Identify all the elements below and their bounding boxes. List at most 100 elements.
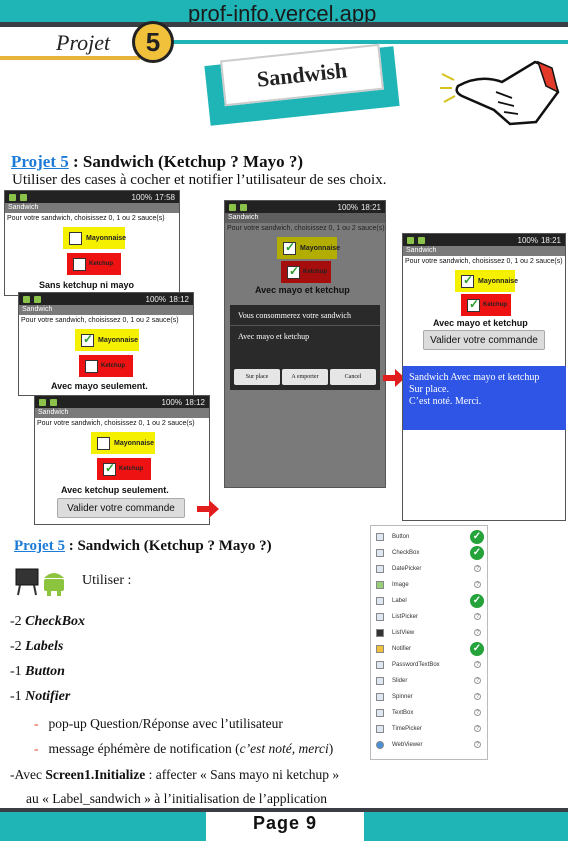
mayo-label: Mayonnaise (98, 336, 139, 344)
list-item: -2 Labels (10, 639, 63, 655)
help-icon[interactable]: ? (474, 725, 481, 732)
palette-item-button[interactable]: Button ✓ (371, 529, 487, 545)
help-icon[interactable]: ? (474, 741, 481, 748)
palette-item-image[interactable]: Image? (371, 577, 487, 593)
ketchup-checkbox[interactable]: Ketchup (79, 355, 133, 377)
palette-item-checkbox[interactable]: CheckBox ✓ (371, 545, 487, 561)
checkbox-box-checked[interactable] (467, 297, 480, 312)
check-badge-icon: ✓ (470, 530, 484, 544)
checkbox-box[interactable] (85, 359, 98, 373)
check-badge-icon: ✓ (470, 642, 484, 656)
checkbox-box[interactable] (97, 436, 110, 450)
checkbox-box-checked[interactable] (81, 332, 94, 347)
init-line-2: au « Label_sandwich » à l’initialisation… (26, 791, 328, 806)
mayo-checkbox[interactable]: Mayonnaise (91, 432, 155, 454)
ketchup-label: Ketchup (483, 302, 507, 308)
mayo-checkbox[interactable]: Mayonnaise (455, 270, 518, 292)
component-palette: Button ✓ CheckBox ✓ DatePicker? Image? Lab… (370, 525, 488, 760)
palette-item-label: TextBox (392, 710, 414, 716)
ketchup-label: Ketchup (119, 466, 143, 472)
palette-item-label: Notifier (392, 646, 412, 652)
validate-button[interactable]: Valider votre commande (57, 498, 185, 518)
checkbox-box[interactable] (73, 257, 86, 271)
list-item: -2 CheckBox (10, 614, 85, 630)
palette-item-label: Image (392, 582, 409, 588)
sandwich-label: Avec mayo et ketchup (433, 318, 528, 328)
checkbox-box-checked[interactable] (461, 273, 474, 288)
mayo-checkbox[interactable]: Mayonnaise (63, 227, 126, 249)
a-emporter-button[interactable]: A emporter (282, 369, 328, 385)
item-count: -2 (10, 639, 26, 654)
palette-item-label: Button (392, 534, 410, 540)
ketchup-label: Ketchup (101, 363, 125, 369)
clock: 18:21 (540, 235, 561, 245)
help-icon[interactable]: ? (474, 677, 481, 684)
status-bar: 100% 18:12 (35, 396, 209, 408)
item-count: -2 (10, 614, 26, 629)
checkbox-box[interactable] (69, 231, 82, 245)
checkbox-box-checked[interactable] (287, 264, 300, 279)
mayo-checkbox[interactable]: Mayonnaise (75, 329, 139, 351)
mayo-checkbox[interactable]: Mayonnaise (277, 237, 340, 259)
notifier-dialog: Vous consommerez votre sandwich Avec may… (230, 305, 380, 390)
ketchup-checkbox[interactable]: Ketchup (67, 253, 121, 275)
check-badge-icon: ✓ (470, 546, 484, 560)
dialog-message: Avec mayo et ketchup (238, 332, 310, 341)
palette-item-spinner[interactable]: Spinner? (371, 689, 487, 705)
init-event: Screen1.Initialize (45, 767, 146, 782)
check-badge-icon: ✓ (470, 594, 484, 608)
palette-item-timepicker[interactable]: TimePicker? (371, 721, 487, 737)
help-icon[interactable]: ? (474, 581, 481, 588)
prompt-text: Pour votre sandwich, choisissez 0, 1 ou … (405, 258, 563, 265)
palette-item-webviewer[interactable]: WebViewer? (371, 737, 487, 753)
label-icon (376, 597, 384, 605)
palette-item-passwordtextbox[interactable]: PasswordTextBox? (371, 657, 487, 673)
prompt-text: Pour votre sandwich, choisissez 0, 1 ou … (21, 317, 179, 324)
list-view-icon (376, 629, 384, 637)
dialog-buttons: Sur place A emporter Cancel (230, 369, 380, 385)
palette-item-slider[interactable]: Slider? (371, 673, 487, 689)
sub-list-item: - message éphémère de notification (c’est… (34, 741, 333, 757)
section-title: Projet 5 : Sandwich (Ketchup ? Mayo ?) (11, 152, 303, 172)
sur-place-button[interactable]: Sur place (234, 369, 280, 385)
palette-item-label[interactable]: Label ✓ (371, 593, 487, 609)
palette-item-textbox[interactable]: TextBox? (371, 705, 487, 721)
help-icon[interactable]: ? (474, 629, 481, 636)
palette-item-notifier[interactable]: Notifier ✓ (371, 641, 487, 657)
ketchup-checkbox[interactable]: Ketchup (461, 294, 511, 316)
ketchup-label: Ketchup (89, 261, 113, 267)
help-icon[interactable]: ? (474, 693, 481, 700)
section-subtitle: Utiliser des cases à cocher et notifier … (12, 172, 387, 188)
projet-link[interactable]: Projet 5 (11, 152, 69, 171)
header-stripe (170, 40, 568, 44)
validate-button[interactable]: Valider votre commande (423, 330, 545, 350)
ketchup-checkbox[interactable]: Ketchup (281, 261, 331, 283)
checkbox-box-checked[interactable] (283, 240, 296, 255)
palette-item-listview[interactable]: ListView? (371, 625, 487, 641)
android-robots-icon (15, 568, 64, 596)
help-icon[interactable]: ? (474, 565, 481, 572)
globe-icon (376, 741, 384, 749)
dash-bullet: - (34, 741, 39, 756)
projet-number-badge: 5 (132, 21, 174, 63)
palette-item-datepicker[interactable]: DatePicker? (371, 561, 487, 577)
calendar-icon (376, 565, 384, 573)
battery-level: 100% (337, 202, 358, 212)
checkbox-box-checked[interactable] (103, 461, 116, 476)
ketchup-checkbox[interactable]: Ketchup (97, 458, 151, 480)
help-icon[interactable]: ? (474, 709, 481, 716)
projet-link[interactable]: Projet 5 (14, 538, 65, 554)
app-title: Sandwich (35, 408, 209, 418)
toast-notification: Sandwich Avec mayo et ketchup Sur place.… (403, 366, 566, 430)
palette-item-label: Label (392, 598, 407, 604)
palette-item-listpicker[interactable]: ListPicker? (371, 609, 487, 625)
item-count: -1 (10, 664, 26, 679)
help-icon[interactable]: ? (474, 613, 481, 620)
sandwich-label: Avec mayo et ketchup (255, 285, 350, 295)
list-picker-icon (376, 613, 384, 621)
cancel-button[interactable]: Cancel (330, 369, 376, 385)
list-item: -1 Button (10, 664, 65, 680)
help-icon[interactable]: ? (474, 661, 481, 668)
battery-level: 100% (145, 294, 166, 304)
item-name: CheckBox (25, 614, 86, 629)
